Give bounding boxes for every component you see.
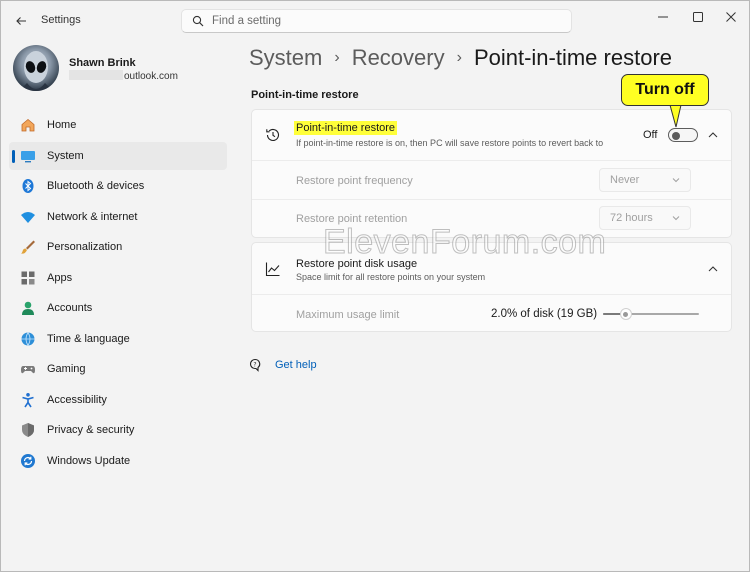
- search-box[interactable]: [181, 9, 572, 33]
- user-name: Shawn Brink: [69, 57, 136, 69]
- sidebar-item-label: Accounts: [47, 302, 93, 314]
- user-email-domain: outlook.com: [124, 71, 178, 82]
- line-chart-icon: [265, 262, 280, 277]
- settings-window: Settings Shawn Brink o: [0, 0, 750, 572]
- max-usage-row: Maximum usage limit 2.0% of disk (19 GB): [252, 295, 731, 332]
- breadcrumb-separator: ›: [456, 49, 462, 66]
- sidebar-item-label: Bluetooth & devices: [47, 180, 145, 192]
- sidebar-item-system[interactable]: System: [9, 141, 227, 170]
- breadcrumb-separator: ›: [334, 49, 340, 66]
- chevron-up-icon[interactable]: [708, 131, 718, 139]
- turn-off-callout: Turn off: [621, 74, 709, 106]
- breadcrumb: System › Recovery › Point-in-time restor…: [249, 45, 672, 71]
- sidebar-item-gaming[interactable]: Gaming: [9, 355, 227, 383]
- retention-value: 72 hours: [610, 212, 653, 224]
- maximize-button[interactable]: [686, 7, 710, 27]
- email-redaction: [69, 70, 123, 80]
- help-chat-icon: ?: [249, 358, 261, 372]
- user-email: outlook.com: [69, 70, 178, 82]
- sidebar-item-label: Privacy & security: [47, 424, 135, 436]
- breadcrumb-system[interactable]: System: [249, 45, 322, 71]
- sidebar-item-home[interactable]: Home: [9, 111, 227, 139]
- pitr-title-highlight: Point-in-time restore: [294, 121, 398, 135]
- watermark: ElevenForum.com: [322, 223, 607, 262]
- apps-icon: [20, 270, 36, 286]
- system-icon: [20, 148, 36, 164]
- title-bar: Settings: [1, 1, 749, 41]
- sidebar-item-label: Gaming: [47, 363, 86, 375]
- brush-icon: [20, 239, 36, 255]
- sidebar-item-label: Network & internet: [47, 210, 138, 223]
- accessibility-icon: [20, 392, 36, 408]
- chevron-down-icon: [672, 178, 680, 183]
- callout-pointer: [669, 105, 682, 128]
- sidebar-item-accessibility[interactable]: Accessibility: [9, 386, 227, 414]
- sidebar-item-personalization[interactable]: Personalization: [9, 233, 227, 261]
- get-help-link[interactable]: ? Get help: [249, 358, 317, 372]
- sidebar-item-label: Windows Update: [47, 454, 131, 467]
- sidebar-item-label: Personalization: [47, 241, 123, 253]
- pitr-card: Point-in-time restore If point-in-time r…: [251, 109, 732, 238]
- frequency-row: Restore point frequency Never: [252, 161, 731, 200]
- get-help-label: Get help: [275, 359, 317, 371]
- sidebar-nav: Home System Bluetooth & devices Network …: [9, 111, 227, 477]
- pitr-toggle[interactable]: [668, 128, 698, 142]
- history-icon: [266, 128, 280, 141]
- back-arrow-icon: [16, 17, 26, 25]
- app-title: Settings: [41, 14, 81, 26]
- disk-usage-description: Space limit for all restore points on yo…: [296, 272, 486, 282]
- sidebar-item-label: Time & language: [47, 332, 130, 345]
- max-usage-value: 2.0% of disk (19 GB): [491, 308, 598, 320]
- minimize-button[interactable]: [651, 7, 675, 27]
- slider-thumb[interactable]: [619, 308, 632, 320]
- sidebar-item-label: Home: [47, 119, 77, 131]
- pitr-description: If point-in-time restore is on, then PC …: [296, 138, 604, 148]
- sidebar-item-privacy-security[interactable]: Privacy & security: [9, 416, 227, 444]
- pitr-title: Point-in-time restore: [294, 121, 398, 135]
- disk-usage-slider[interactable]: [603, 308, 699, 320]
- sidebar-item-label: Accessibility: [47, 393, 107, 406]
- wifi-icon: [20, 209, 36, 225]
- retention-dropdown[interactable]: 72 hours: [599, 206, 691, 230]
- pitr-row[interactable]: Point-in-time restore If point-in-time r…: [252, 110, 731, 161]
- search-input[interactable]: [212, 15, 552, 27]
- page-title: Point-in-time restore: [473, 45, 673, 70]
- chevron-down-icon: [672, 216, 680, 221]
- sidebar-item-accounts[interactable]: Accounts: [9, 294, 227, 322]
- frequency-label: Restore point frequency: [296, 175, 413, 187]
- sidebar-item-label: System: [47, 149, 84, 162]
- update-icon: [20, 453, 36, 469]
- sidebar-item-apps[interactable]: Apps: [9, 264, 227, 292]
- alien-avatar-icon: [19, 51, 53, 91]
- svg-text:?: ?: [253, 361, 256, 368]
- toggle-knob: [672, 131, 680, 140]
- sidebar-item-time-language[interactable]: Time & language: [9, 325, 227, 353]
- shield-icon: [20, 422, 36, 438]
- max-usage-label: Maximum usage limit: [296, 309, 400, 321]
- sidebar-item-label: Apps: [47, 271, 73, 284]
- sidebar-item-network[interactable]: Network & internet: [9, 203, 227, 231]
- maximize-icon: [693, 12, 703, 22]
- minimize-icon: [658, 16, 668, 18]
- accounts-icon: [20, 300, 36, 316]
- breadcrumb-recovery[interactable]: Recovery: [352, 45, 445, 71]
- bluetooth-icon: [20, 178, 36, 194]
- back-button[interactable]: [11, 11, 31, 31]
- globe-icon: [20, 331, 36, 347]
- avatar: [13, 45, 59, 91]
- sidebar-item-windows-update[interactable]: Windows Update: [9, 447, 227, 475]
- gamepad-icon: [20, 361, 36, 377]
- search-icon: [192, 15, 204, 27]
- frequency-dropdown[interactable]: Never: [599, 168, 691, 192]
- sidebar-item-bluetooth[interactable]: Bluetooth & devices: [9, 172, 227, 200]
- chevron-up-icon[interactable]: [708, 265, 718, 273]
- close-icon: [726, 12, 736, 22]
- toggle-state-label: Off: [643, 129, 658, 141]
- home-icon: [20, 117, 36, 133]
- section-title: Point-in-time restore: [251, 89, 359, 101]
- frequency-value: Never: [610, 174, 640, 186]
- close-button[interactable]: [719, 7, 743, 27]
